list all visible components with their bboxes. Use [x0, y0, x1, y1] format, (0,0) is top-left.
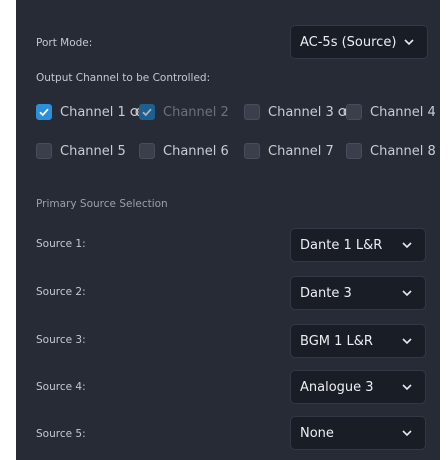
source-4-value: Analogue 3 — [300, 379, 374, 395]
source-2-value: Dante 3 — [300, 285, 352, 301]
checkbox[interactable] — [36, 143, 52, 159]
chevron-down-icon — [402, 242, 412, 249]
source-4-label: Source 4: — [36, 381, 86, 393]
source-1-select[interactable]: Dante 1 L&R — [290, 228, 426, 262]
chevron-down-icon — [402, 384, 412, 391]
source-1-label: Source 1: — [36, 238, 86, 250]
primary-source-heading: Primary Source Selection — [36, 198, 168, 210]
channel-5-checkbox[interactable]: Channel 5 — [36, 141, 126, 161]
source-2-label: Source 2: — [36, 286, 86, 298]
source-1-value: Dante 1 L&R — [300, 237, 383, 253]
output-channel-heading: Output Channel to be Controlled: — [36, 72, 211, 84]
chevron-down-icon — [402, 430, 412, 437]
checkbox[interactable] — [139, 143, 155, 159]
source-2-select[interactable]: Dante 3 — [290, 276, 426, 310]
port-mode-value: AC-5s (Source) — [300, 34, 397, 50]
checkbox[interactable] — [244, 104, 260, 120]
channel-label: Channel 1 — [60, 104, 126, 120]
source-3-select[interactable]: BGM 1 L&R — [290, 324, 426, 358]
source-3-label: Source 3: — [36, 334, 86, 346]
channel-label: Channel 4 — [370, 104, 436, 120]
chevron-down-icon — [402, 290, 412, 297]
checkbox[interactable] — [139, 104, 155, 120]
channel-label: Channel 6 — [163, 143, 229, 159]
source-5-select[interactable]: None — [290, 416, 426, 450]
chevron-down-icon — [402, 338, 412, 345]
channel-1-checkbox[interactable]: Channel 1 — [36, 102, 144, 122]
channel-7-checkbox[interactable]: Channel 7 — [244, 141, 334, 161]
port-mode-label: Port Mode: — [36, 37, 93, 49]
channel-label: Channel 7 — [268, 143, 334, 159]
source-5-value: None — [300, 425, 334, 441]
channel-8-checkbox[interactable]: Channel 8 — [346, 141, 436, 161]
checkbox[interactable] — [346, 104, 362, 120]
channel-4-checkbox[interactable]: Channel 4 — [346, 102, 436, 122]
channel-3-checkbox[interactable]: Channel 3 — [244, 102, 352, 122]
channel-label: Channel 2 — [163, 104, 229, 120]
channel-label: Channel 3 — [268, 104, 334, 120]
channel-label: Channel 5 — [60, 143, 126, 159]
settings-panel: Port Mode: AC-5s (Source) Output Channel… — [16, 0, 440, 460]
source-5-label: Source 5: — [36, 428, 86, 440]
check-icon — [142, 108, 152, 117]
checkbox[interactable] — [244, 143, 260, 159]
channel-label: Channel 8 — [370, 143, 436, 159]
channel-6-checkbox[interactable]: Channel 6 — [139, 141, 229, 161]
source-3-value: BGM 1 L&R — [300, 333, 373, 349]
channel-2-checkbox[interactable]: Channel 2 — [139, 102, 229, 122]
chevron-down-icon — [404, 39, 414, 46]
checkbox[interactable] — [346, 143, 362, 159]
source-4-select[interactable]: Analogue 3 — [290, 370, 426, 404]
check-icon — [39, 108, 49, 117]
port-mode-select[interactable]: AC-5s (Source) — [290, 25, 428, 59]
checkbox[interactable] — [36, 104, 52, 120]
